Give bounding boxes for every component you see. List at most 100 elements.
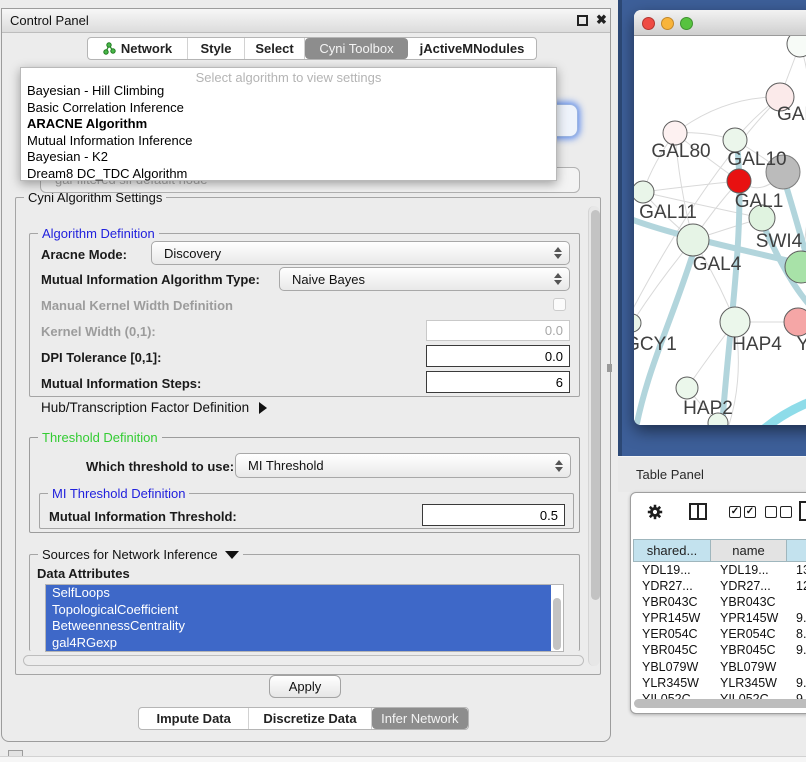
split-columns-icon[interactable] (689, 503, 707, 520)
document-icon[interactable] (799, 501, 806, 521)
float-window-icon[interactable] (577, 15, 588, 26)
tab-jactivemnodules[interactable]: jActiveMNodules (408, 38, 536, 59)
table-row[interactable]: YBR043C YBR043C (633, 594, 806, 610)
aracne-mode-combobox[interactable]: Discovery (151, 241, 570, 265)
list-item-selfloops[interactable]: SelfLoops (46, 585, 551, 602)
network-node-hap2[interactable] (676, 377, 698, 399)
algorithm-definition-title: Algorithm Definition (38, 226, 159, 241)
combo-stepper-icon (554, 247, 562, 259)
column-header-shared[interactable]: shared... (633, 539, 711, 562)
kernel-width-label: Kernel Width (0,1): (41, 324, 156, 339)
mi-threshold-group-title: MI Threshold Definition (48, 486, 189, 501)
list-item-betweennesscentrality[interactable]: BetweennessCentrality (46, 618, 551, 635)
network-node-gal1-red[interactable] (727, 169, 751, 193)
tab-infer-network[interactable]: Infer Network (372, 708, 468, 729)
list-item-topologicalcoefficient[interactable]: TopologicalCoefficient (46, 602, 551, 619)
node-label-gal80: GAL80 (651, 141, 710, 163)
table-horizontal-scrollbar[interactable] (634, 699, 806, 708)
gear-icon[interactable] (647, 504, 662, 519)
dropdown-item-basic-correlation[interactable]: Basic Correlation Inference (25, 100, 545, 116)
table-row[interactable]: YIL052C YIL052C 9. (633, 691, 806, 699)
network-canvas[interactable]: GAL GAL80 GAL10 GAL1 GAL11 SWI4 GAL4 GCY… (634, 36, 806, 425)
tab-style[interactable]: Style (188, 38, 245, 59)
dropdown-item-bayesian-hill-climbing[interactable]: Bayesian - Hill Climbing (25, 83, 545, 99)
deselect-all-checkboxes-icon[interactable] (765, 506, 792, 518)
node-label-gal4: GAL4 (693, 254, 742, 276)
tab-network[interactable]: Network (88, 38, 188, 59)
mi-threshold-field[interactable]: 0.5 (422, 504, 565, 526)
sources-group-title: Sources for Network Inference (42, 547, 218, 562)
table-row[interactable]: YBR045C YBR045C 9. (633, 642, 806, 658)
table-row[interactable]: YER054C YER054C 8. (633, 626, 806, 642)
table-row[interactable]: YDR27... YDR27... 12 (633, 578, 806, 594)
data-attributes-list: SelfLoops TopologicalCoefficient Between… (45, 584, 564, 652)
sources-group-title-row[interactable]: Sources for Network Inference (38, 547, 243, 562)
network-view-window: GAL GAL80 GAL10 GAL1 GAL11 SWI4 GAL4 GCY… (634, 10, 806, 425)
manual-kernel-width-checkbox[interactable] (553, 298, 566, 311)
tab-select[interactable]: Select (245, 38, 305, 59)
kernel-width-field[interactable]: 0.0 (426, 320, 570, 341)
table-panel-header: Table Panel (618, 456, 806, 492)
dropdown-item-dream8[interactable]: Dream8 DC_TDC Algorithm (25, 166, 545, 182)
table-row[interactable]: YLR345W YLR345W 9. (633, 675, 806, 691)
table-row[interactable]: YBL079W YBL079W (633, 659, 806, 675)
network-window-titlebar[interactable] (634, 10, 806, 36)
bottom-tab-bar: Impute Data Discretize Data Infer Networ… (138, 707, 469, 730)
node-label-gal1: GAL1 (735, 191, 784, 213)
table-row[interactable]: YDL19... YDL19... 13 (633, 562, 806, 578)
network-node-gcy1[interactable] (634, 314, 641, 332)
mac-zoom-icon[interactable] (680, 17, 693, 30)
tab-cyni-toolbox[interactable]: Cyni Toolbox (305, 38, 408, 59)
which-threshold-label: Which threshold to use: (86, 459, 234, 474)
network-node-hap4[interactable] (720, 307, 750, 337)
network-node-top[interactable] (787, 36, 806, 57)
column-header-partial[interactable]: A (787, 539, 806, 562)
dpi-tolerance-field[interactable]: 0.0 (426, 345, 570, 367)
data-attributes-label: Data Attributes (37, 566, 130, 581)
combo-stepper-icon (555, 460, 563, 472)
hub-definition-toggle[interactable]: Hub/Transcription Factor Definition (41, 400, 267, 415)
node-label-gal: GAL (777, 104, 806, 126)
tab-network-label: Network (121, 41, 172, 56)
list-scrollbar-thumb[interactable] (553, 598, 561, 650)
apply-button[interactable]: Apply (269, 675, 341, 698)
mi-steps-field[interactable]: 6 (426, 371, 570, 393)
dropdown-item-aracne[interactable]: ARACNE Algorithm (25, 116, 545, 132)
control-panel-window: Control Panel ✖ Network Style Select (1, 8, 611, 742)
close-window-icon[interactable]: ✖ (596, 12, 607, 28)
dropdown-item-mutual-information[interactable]: Mutual Information Inference (25, 133, 545, 149)
collapsed-arrow-icon (259, 402, 267, 414)
column-header-name[interactable]: name (711, 539, 787, 562)
hub-definition-label: Hub/Transcription Factor Definition (41, 400, 249, 415)
settings-horizontal-scrollbar[interactable] (23, 655, 584, 666)
network-node-pink-right[interactable] (784, 308, 806, 336)
node-label-y: Y (797, 334, 806, 356)
screen: Control Panel ✖ Network Style Select (0, 0, 806, 762)
network-node-gal11[interactable] (634, 181, 654, 203)
manual-kernel-width-label: Manual Kernel Width Definition (41, 298, 233, 313)
mi-threshold-label: Mutual Information Threshold: (49, 509, 237, 524)
combo-stepper-icon (554, 273, 562, 285)
settings-vertical-scrollbar-thumb[interactable] (591, 210, 600, 600)
mi-algorithm-type-combobox[interactable]: Naive Bayes (279, 267, 570, 291)
dropdown-item-bayesian-k2[interactable]: Bayesian - K2 (25, 149, 545, 165)
tab-impute-data[interactable]: Impute Data (139, 708, 249, 729)
tab-discretize-data[interactable]: Discretize Data (249, 708, 371, 729)
mac-minimize-icon[interactable] (661, 17, 674, 30)
expanded-arrow-icon (225, 551, 239, 559)
list-item-gal4rgexp[interactable]: gal4RGexp (46, 635, 551, 652)
node-label-gal10: GAL10 (727, 149, 786, 171)
node-label-gcy1: GCY1 (634, 334, 677, 356)
control-panel-title: Control Panel (10, 13, 89, 28)
node-label-gal11: GAL11 (639, 202, 697, 224)
table-row[interactable]: YPR145W YPR145W 9. (633, 610, 806, 626)
split-pane-handle[interactable] (607, 364, 612, 372)
which-threshold-combobox[interactable]: MI Threshold (235, 453, 571, 478)
mac-close-icon[interactable] (642, 17, 655, 30)
control-panel-titlebar[interactable]: Control Panel ✖ (2, 9, 610, 33)
aracne-mode-label: Aracne Mode: (41, 247, 127, 262)
network-node-gal4[interactable] (677, 224, 709, 256)
network-icon (103, 42, 116, 55)
select-all-checkboxes-icon[interactable]: ✓✓ (729, 506, 756, 518)
settings-vertical-scrollbar[interactable] (588, 206, 600, 666)
